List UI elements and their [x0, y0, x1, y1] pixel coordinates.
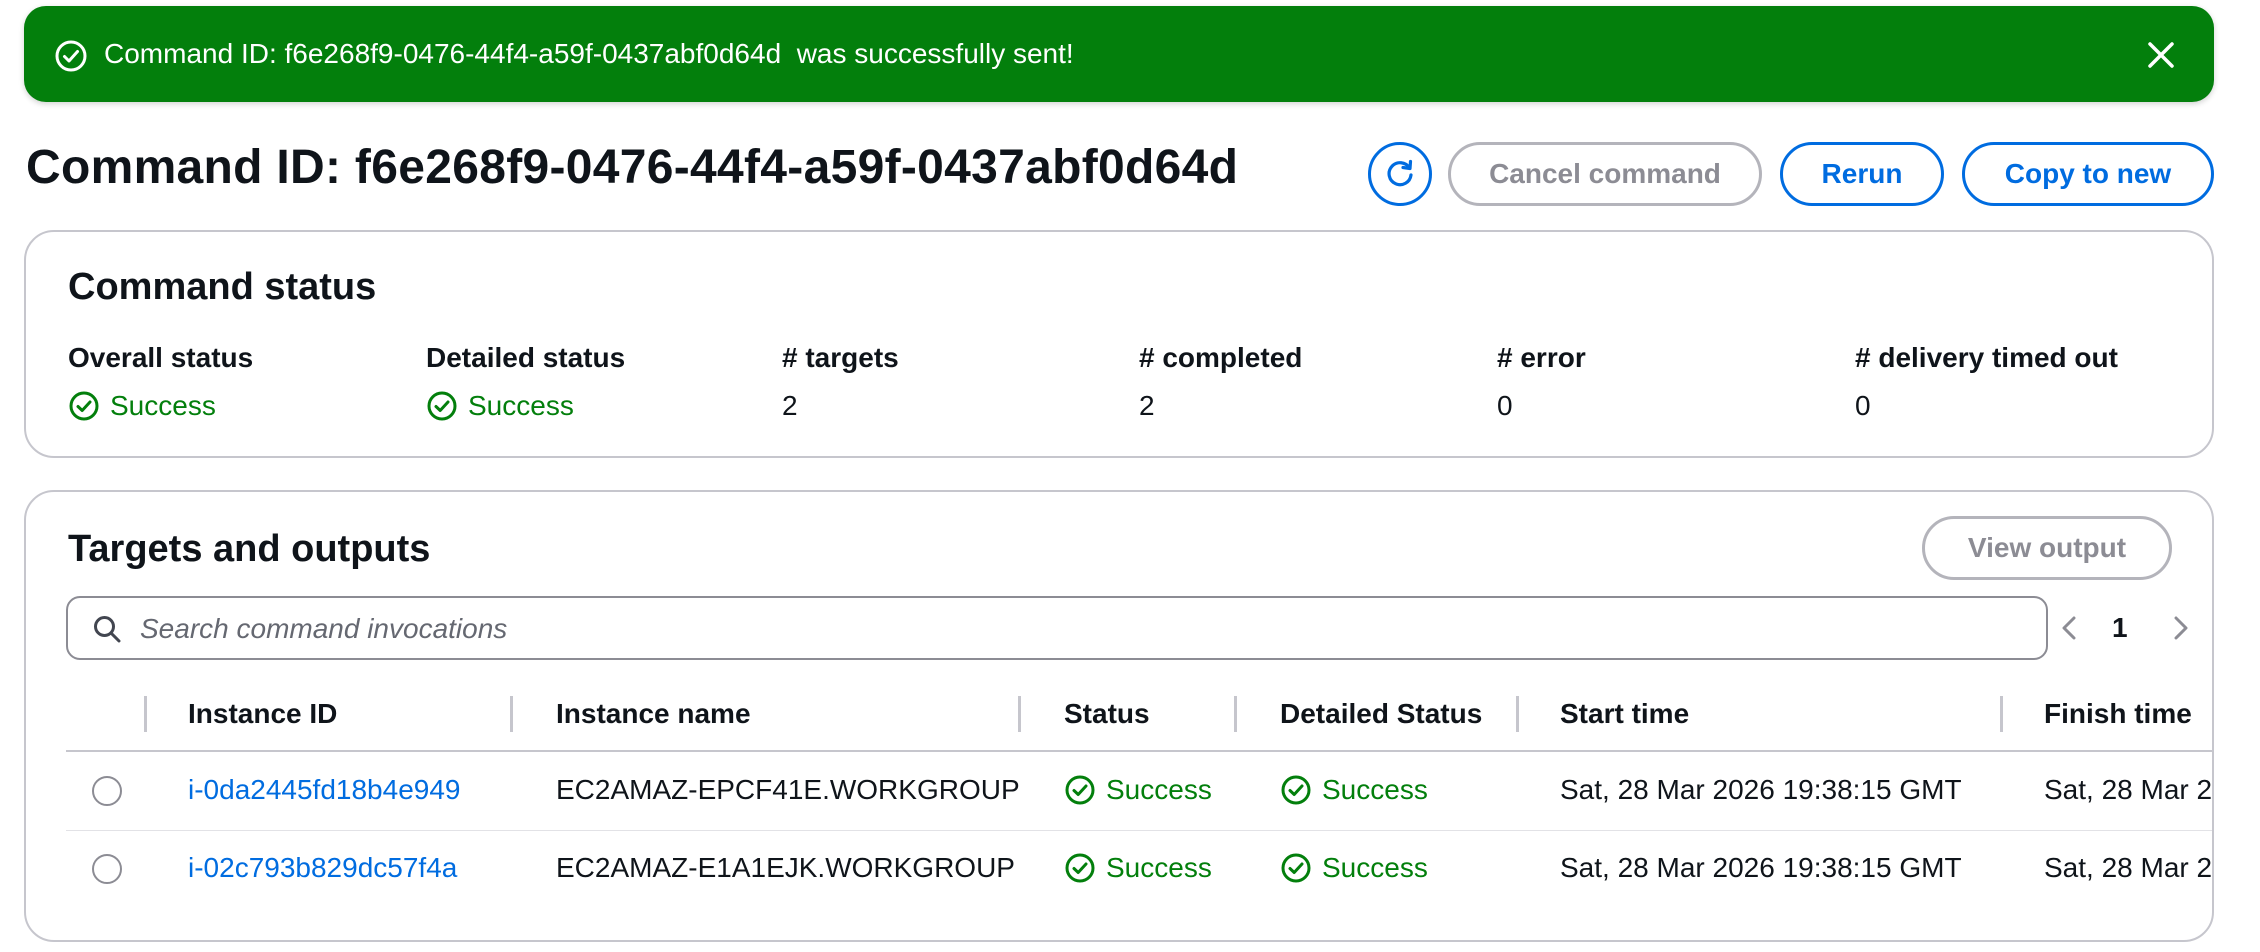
field-value: 2: [782, 390, 798, 421]
start-time: Sat, 28 Mar 2026 19:38:15 GMT: [1560, 774, 1962, 805]
page-number[interactable]: 1: [2112, 596, 2128, 660]
page-title: Command ID: f6e268f9-0476-44f4-a59f-0437…: [26, 141, 1239, 194]
chevron-left-icon[interactable]: [2056, 614, 2084, 642]
targets-heading: Targets and outputs: [68, 528, 431, 570]
row-select-radio[interactable]: [92, 854, 122, 884]
column-header-start-time[interactable]: Start time: [1560, 698, 1689, 730]
command-status-panel: Command status Overall status Success De…: [24, 230, 2214, 458]
flash-message: Command ID: f6e268f9-0476-44f4-a59f-0437…: [104, 38, 1074, 69]
column-header-finish-time[interactable]: Finish time: [2044, 698, 2192, 730]
finish-time: Sat, 28 Mar 2: [2044, 774, 2213, 805]
column-separator[interactable]: [1018, 696, 1021, 732]
success-check-icon: [1281, 775, 1311, 805]
status-text: Success: [1106, 852, 1212, 883]
column-separator[interactable]: [510, 696, 513, 732]
cancel-command-button[interactable]: Cancel command: [1448, 142, 1762, 206]
refresh-button[interactable]: [1368, 142, 1432, 206]
detailed-status-cell: Success: [1280, 852, 1428, 884]
status-text: Success: [1106, 774, 1212, 805]
error-count-field: # error 0: [1497, 342, 1586, 422]
field-label: # delivery timed out: [1855, 342, 2118, 373]
column-header-instance-name[interactable]: Instance name: [556, 698, 751, 730]
search-icon: [94, 616, 121, 643]
column-header-instance-id[interactable]: Instance ID: [188, 698, 337, 730]
success-check-icon: [55, 40, 87, 72]
refresh-icon: [1387, 159, 1413, 187]
column-separator[interactable]: [2000, 696, 2003, 732]
field-label: # targets: [782, 342, 899, 373]
status-value: Success: [426, 390, 625, 422]
column-separator[interactable]: [144, 696, 147, 732]
field-label: # completed: [1139, 342, 1303, 373]
field-label: Detailed status: [426, 342, 626, 373]
status-text: Success: [110, 390, 216, 421]
finish-time: Sat, 28 Mar 2: [2044, 852, 2213, 883]
success-check-icon: [1281, 853, 1311, 883]
detailed-status-field: Detailed status Success: [426, 342, 625, 422]
search-input[interactable]: [138, 598, 2022, 660]
pagination: 1: [2026, 596, 2206, 660]
search-box[interactable]: [66, 596, 2048, 660]
success-flash-banner: Command ID: f6e268f9-0476-44f4-a59f-0437…: [24, 6, 2214, 102]
status-text: Success: [468, 390, 574, 421]
column-header-detailed-status[interactable]: Detailed Status: [1280, 698, 1482, 730]
success-check-icon: [427, 391, 457, 421]
start-time: Sat, 28 Mar 2026 19:38:15 GMT: [1560, 852, 1962, 883]
field-label: Overall status: [68, 342, 254, 373]
row-select-radio[interactable]: [92, 776, 122, 806]
command-status-heading: Command status: [68, 266, 377, 308]
chevron-right-icon[interactable]: [2166, 614, 2194, 642]
table-header-divider: [66, 750, 2212, 752]
column-header-status[interactable]: Status: [1064, 698, 1150, 730]
targets-count-field: # targets 2: [782, 342, 899, 422]
detailed-status-text: Success: [1322, 774, 1428, 805]
instance-name: EC2AMAZ-E1A1EJK.WORKGROUP: [556, 852, 1015, 883]
success-check-icon: [69, 391, 99, 421]
instance-id-link[interactable]: i-02c793b829dc57f4a: [188, 852, 457, 884]
status-cell: Success: [1064, 774, 1212, 806]
targets-and-outputs-panel: Targets and outputs View output 1 Instan…: [24, 490, 2214, 942]
view-output-button[interactable]: View output: [1922, 516, 2172, 580]
close-icon[interactable]: [2144, 38, 2178, 72]
instance-name: EC2AMAZ-EPCF41E.WORKGROUP: [556, 774, 1020, 805]
status-cell: Success: [1064, 852, 1212, 884]
field-value: 0: [1497, 390, 1513, 421]
detailed-status-cell: Success: [1280, 774, 1428, 806]
copy-to-new-button[interactable]: Copy to new: [1962, 142, 2214, 206]
success-check-icon: [1065, 853, 1095, 883]
overall-status-field: Overall status Success: [68, 342, 253, 422]
delivery-timed-out-field: # delivery timed out 0: [1855, 342, 2118, 422]
status-value: Success: [68, 390, 253, 422]
column-separator[interactable]: [1516, 696, 1519, 732]
field-value: 2: [1139, 390, 1155, 421]
column-separator[interactable]: [1234, 696, 1237, 732]
row-divider: [66, 830, 2212, 831]
rerun-button[interactable]: Rerun: [1780, 142, 1944, 206]
instance-id-link[interactable]: i-0da2445fd18b4e949: [188, 774, 460, 806]
field-label: # error: [1497, 342, 1586, 373]
field-value: 0: [1855, 390, 1871, 421]
completed-count-field: # completed 2: [1139, 342, 1302, 422]
success-check-icon: [1065, 775, 1095, 805]
detailed-status-text: Success: [1322, 852, 1428, 883]
